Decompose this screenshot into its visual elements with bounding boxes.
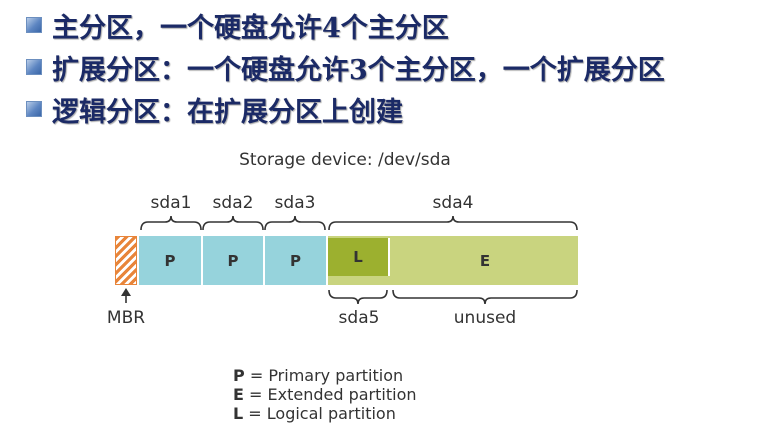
label-mbr: MBR: [106, 308, 146, 328]
legend-primary: P = Primary partition: [233, 366, 417, 385]
brace-sda3: [264, 215, 326, 231]
brace-sda5: [328, 289, 388, 305]
legend-key: P: [233, 366, 245, 385]
partition-sda3: P: [265, 236, 326, 285]
legend-text: = Extended partition: [243, 385, 417, 404]
brace-sda4: [328, 215, 578, 231]
legend-extended: E = Extended partition: [233, 385, 417, 404]
partition-extended-letter: E: [479, 251, 491, 270]
label-unused: unused: [453, 308, 517, 328]
legend-key: L: [233, 404, 244, 423]
legend: P = Primary partition E = Extended parti…: [233, 366, 417, 423]
legend-text: = Logical partition: [243, 404, 396, 423]
mbr-block: [115, 236, 137, 285]
label-sda5: sda5: [338, 308, 380, 328]
mbr-arrow-head-icon: [121, 288, 131, 296]
legend-logical: L = Logical partition: [233, 404, 417, 423]
brace-sda2: [202, 215, 264, 231]
partition-sda1: P: [139, 236, 201, 285]
brace-sda1: [140, 215, 202, 231]
brace-unused: [392, 289, 578, 305]
partition-sda3-letter: P: [290, 251, 301, 270]
partition-sda2: P: [203, 236, 263, 285]
legend-text: = Primary partition: [244, 366, 404, 385]
partition-sda1-letter: P: [164, 251, 176, 270]
partition-logical-letter: L: [353, 248, 363, 266]
legend-key: E: [233, 385, 244, 404]
partition-sda2-letter: P: [227, 251, 239, 270]
partition-sda5-logical: L: [328, 238, 390, 276]
partition-extended-area: E: [392, 236, 578, 285]
